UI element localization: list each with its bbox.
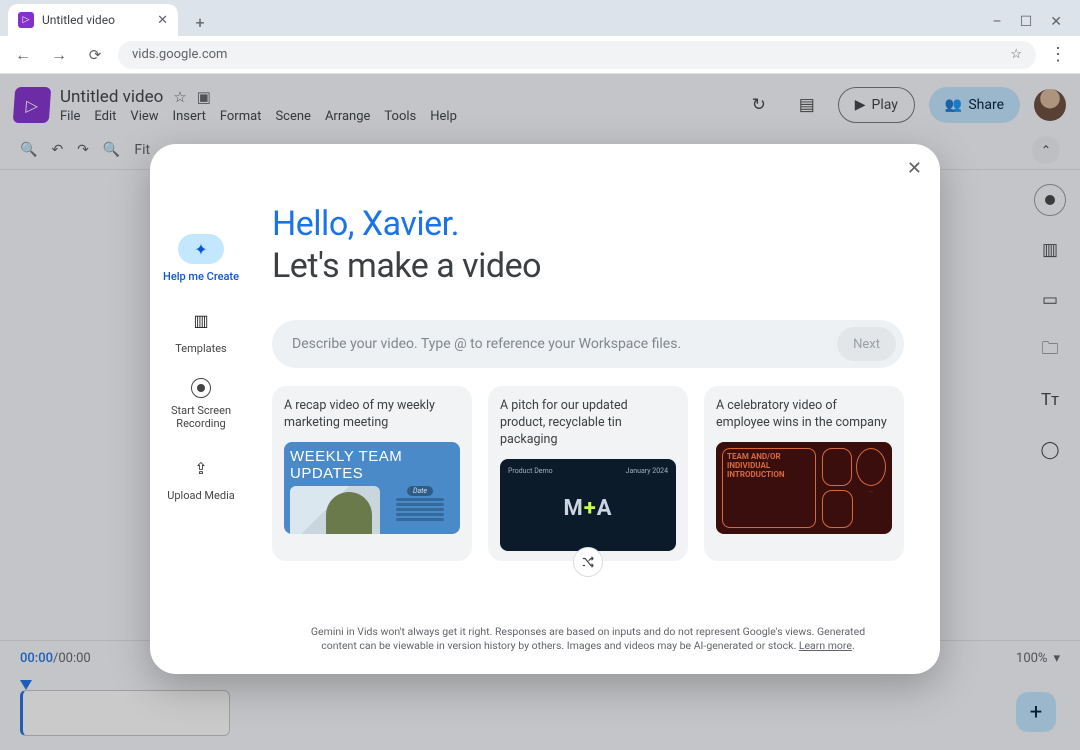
nav-back-icon[interactable]: ←: [10, 45, 36, 65]
onboarding-modal: ✕ ✦ Help me Create ▥ Templates Start Scr…: [150, 144, 940, 674]
thumb-top-right: January 2024: [626, 467, 668, 475]
thumb-logo-plus: +: [584, 496, 597, 521]
sidebar-item-screen-recording[interactable]: Start Screen Recording: [156, 378, 246, 432]
suggestion-cards: A recap video of my weekly marketing mee…: [272, 386, 904, 561]
suggestion-card[interactable]: A pitch for our updated product, recycla…: [488, 386, 688, 561]
prompt-box[interactable]: Next: [272, 320, 904, 368]
browser-addressbar: ← → ⟳ vids.google.com ☆ ⋮: [0, 36, 1080, 74]
thumb-pill: Date: [407, 486, 433, 496]
card-text: A celebratory video of employee wins in …: [716, 398, 892, 432]
prompt-input[interactable]: [292, 336, 837, 352]
card-thumbnail: TEAM AND/OR INDIVIDUAL INTRODUCTION ···: [716, 442, 892, 534]
thumb-logo-b: A: [597, 496, 613, 521]
shuffle-icon: [581, 555, 595, 569]
card-text: A pitch for our updated product, recycla…: [500, 398, 676, 449]
disclaimer-text: Gemini in Vids won't always get it right…: [272, 625, 904, 654]
browser-menu-icon[interactable]: ⋮: [1046, 44, 1070, 65]
sidebar-item-help-me-create[interactable]: ✦ Help me Create: [156, 234, 246, 284]
tab-close-icon[interactable]: ✕: [157, 13, 168, 28]
modal-close-icon[interactable]: ✕: [907, 158, 922, 179]
thumb-top-left: Product Demo: [508, 467, 553, 475]
suggestion-card[interactable]: A celebratory video of employee wins in …: [704, 386, 904, 561]
browser-tab[interactable]: Untitled video ✕: [8, 4, 178, 36]
thumb-banner: WEEKLY TEAM UPDATES: [290, 448, 454, 482]
tab-title: Untitled video: [42, 13, 149, 27]
card-text: A recap video of my weekly marketing mee…: [284, 398, 460, 432]
window-maximize-icon[interactable]: ☐: [1020, 14, 1033, 30]
sidebar-item-label: Upload Media: [167, 489, 234, 503]
sidebar-item-label: Start Screen Recording: [156, 404, 246, 432]
new-tab-button[interactable]: +: [186, 8, 214, 36]
thumb-heading: TEAM AND/OR INDIVIDUAL INTRODUCTION: [722, 448, 816, 528]
thumb-shape: [856, 448, 886, 486]
shuffle-suggestions-button[interactable]: [573, 547, 603, 577]
card-thumbnail: WEEKLY TEAM UPDATES Date: [284, 442, 460, 534]
suggestion-card[interactable]: A recap video of my weekly marketing mee…: [272, 386, 472, 561]
sidebar-item-templates[interactable]: ▥ Templates: [156, 306, 246, 356]
thumb-photo: [290, 486, 380, 534]
tab-favicon: [18, 12, 34, 28]
learn-more-link[interactable]: Learn more: [799, 639, 852, 652]
sidebar-item-label: Templates: [175, 342, 226, 356]
templates-icon: ▥: [178, 306, 224, 336]
thumb-logo-a: M: [563, 496, 583, 521]
app-root: Untitled video ☆ ▣ File Edit View Insert…: [0, 74, 1080, 750]
sparkle-icon: ✦: [178, 234, 224, 264]
url-text: vids.google.com: [132, 47, 227, 62]
sidebar-item-upload-media[interactable]: ⇪ Upload Media: [156, 453, 246, 503]
modal-sidebar: ✦ Help me Create ▥ Templates Start Scree…: [150, 144, 252, 674]
reload-icon[interactable]: ⟳: [82, 46, 108, 64]
thumb-subtext: ···: [857, 490, 886, 528]
greeting-line-1: Hello, Xavier.: [272, 204, 904, 244]
window-minimize-icon[interactable]: –: [993, 14, 1002, 30]
modal-body: Hello, Xavier. Let's make a video Next A…: [252, 144, 940, 674]
greeting-line-2: Let's make a video: [272, 246, 904, 286]
next-button[interactable]: Next: [837, 327, 896, 361]
window-controls: – ☐ ✕: [993, 14, 1072, 36]
upload-icon: ⇪: [178, 453, 224, 483]
browser-tabbar: Untitled video ✕ + – ☐ ✕: [0, 0, 1080, 36]
thumb-shape: [822, 448, 852, 486]
url-input[interactable]: vids.google.com ☆: [118, 41, 1036, 69]
thumb-shape: [822, 490, 853, 528]
card-thumbnail: Product Demo January 2024 M + A: [500, 459, 676, 551]
record-icon: [191, 378, 211, 398]
window-close-icon[interactable]: ✕: [1050, 14, 1062, 30]
sidebar-item-label: Help me Create: [163, 270, 239, 284]
nav-forward-icon[interactable]: →: [46, 45, 72, 65]
bookmark-star-icon[interactable]: ☆: [1010, 47, 1022, 62]
